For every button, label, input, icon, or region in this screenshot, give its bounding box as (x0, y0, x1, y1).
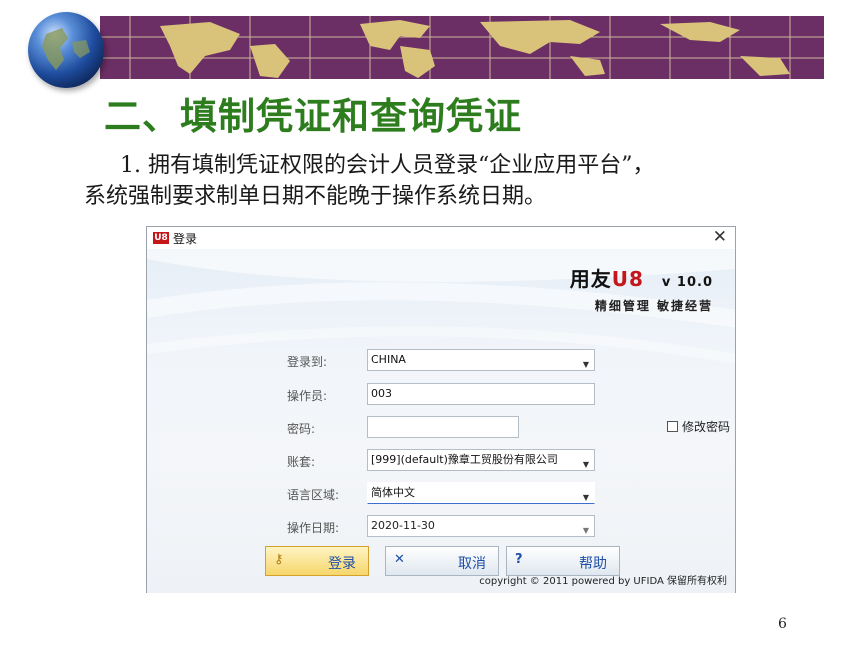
title-bar: U8 登录 ✕ (147, 227, 735, 249)
server-row: 登录到: CHINA ▼ (287, 349, 707, 373)
date-row: 操作日期: 2020-11-30 ▼ (287, 515, 707, 539)
change-password-label: 修改密码 (682, 420, 731, 434)
account-label: 账套: (287, 455, 316, 469)
checkbox-icon[interactable] (667, 421, 678, 432)
password-row: 密码: 修改密码 (287, 416, 730, 440)
account-select[interactable]: [999](default)豫章工贸股份有限公司 ▼ (367, 449, 595, 471)
window-title: 登录 (173, 232, 198, 246)
operator-value: 003 (371, 387, 392, 400)
login-window: U8 登录 ✕ 用友U8 v 10.0 精细管理 敏捷经营 登录到: CHINA … (146, 226, 736, 593)
close-icon: ✕ (394, 552, 405, 567)
account-value: [999](default)豫章工贸股份有限公司 (371, 453, 558, 466)
account-row: 账套: [999](default)豫章工贸股份有限公司 ▼ (287, 449, 707, 473)
date-picker[interactable]: 2020-11-30 ▼ (367, 515, 595, 537)
paragraph-line-1: 1. 拥有填制凭证权限的会计人员登录“企业应用平台”， (84, 150, 829, 181)
copyright-text: copyright © 2011 powered by UFIDA 保留所有权利 (479, 576, 727, 587)
chevron-down-icon[interactable]: ▼ (583, 355, 589, 375)
globe-continents (42, 28, 90, 70)
help-icon: ? (515, 552, 523, 567)
chevron-down-icon[interactable]: ▼ (579, 455, 589, 470)
language-label: 语言区域: (287, 488, 340, 502)
page-number: 6 (778, 616, 787, 632)
brand-u8: U8 (611, 267, 644, 291)
header-band (100, 16, 824, 79)
cancel-button-label: 取消 (458, 556, 486, 572)
slide-paragraph: 1. 拥有填制凭证权限的会计人员登录“企业应用平台”， 系统强制要求制单日期不能… (84, 150, 829, 212)
login-button[interactable]: ⚷ 登录 (265, 546, 369, 576)
globe-icon (28, 12, 104, 88)
language-select[interactable]: 简体中文 ▼ (367, 482, 595, 504)
chevron-down-icon[interactable]: ▼ (583, 488, 589, 508)
help-button-label: 帮助 (579, 556, 607, 572)
server-label: 登录到: (287, 355, 328, 369)
operator-input[interactable]: 003 (367, 383, 595, 405)
u8-app-icon: U8 (153, 232, 169, 244)
operator-label: 操作员: (287, 389, 328, 403)
date-label: 操作日期: (287, 521, 340, 535)
chevron-down-icon[interactable]: ▼ (583, 521, 589, 541)
paragraph-line-2: 系统强制要求制单日期不能晚于操作系统日期。 (84, 184, 547, 209)
password-input[interactable] (367, 416, 519, 438)
world-map-decoration (100, 16, 824, 79)
language-value: 简体中文 (371, 486, 415, 499)
change-password-checkbox[interactable]: 修改密码 (667, 418, 730, 435)
paragraph-text-1: 1. 拥有填制凭证权限的会计人员登录“企业应用平台”， (120, 153, 655, 178)
login-button-label: 登录 (328, 556, 356, 572)
operator-row: 操作员: 003 (287, 383, 707, 407)
brand-name: 用友 (569, 267, 612, 291)
server-select[interactable]: CHINA ▼ (367, 349, 595, 371)
date-value: 2020-11-30 (371, 519, 435, 532)
brand-version: v 10.0 (661, 275, 713, 290)
brand-slogan: 精细管理 敏捷经营 (594, 299, 713, 313)
password-label: 密码: (287, 422, 316, 436)
login-body: 用友U8 v 10.0 精细管理 敏捷经营 登录到: CHINA ▼ 操作员: 0… (147, 249, 735, 593)
server-value: CHINA (371, 353, 406, 366)
slide-title: 二、填制凭证和查询凭证 (104, 94, 522, 138)
close-icon[interactable]: ✕ (713, 227, 727, 247)
key-icon: ⚷ (274, 552, 284, 567)
brand-logo: 用友U8 v 10.0 (570, 263, 713, 292)
language-row: 语言区域: 简体中文 ▼ (287, 482, 707, 506)
brand-block: 用友U8 v 10.0 精细管理 敏捷经营 (570, 263, 713, 314)
